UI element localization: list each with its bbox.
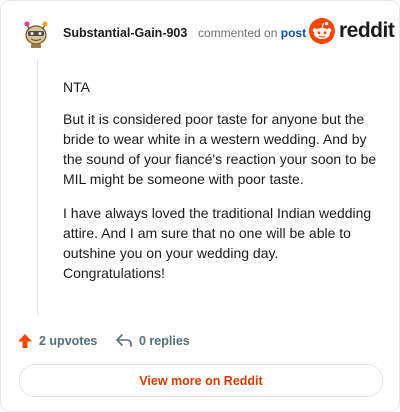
reddit-snoo-icon: [309, 18, 335, 44]
comment-actions: 2 upvotes 0 replies: [17, 330, 377, 352]
comment-paragraph: But it is considered poor taste for anyo…: [63, 111, 377, 187]
comment-meta: commented on post: [198, 26, 306, 40]
replies-button[interactable]: 0 replies: [115, 330, 190, 352]
comment-paragraph: NTA: [63, 79, 90, 95]
user-avatar[interactable]: [19, 16, 53, 50]
upvote-arrow-icon: [18, 334, 32, 348]
comment-paragraph: I have always loved the traditional Indi…: [63, 205, 372, 281]
reddit-logo[interactable]: reddit: [309, 18, 395, 44]
comment-action-text: commented on: [198, 26, 278, 40]
post-link[interactable]: post: [281, 26, 306, 40]
comment-author[interactable]: Substantial-Gain-903: [63, 26, 187, 40]
view-more-on-reddit-button[interactable]: View more on Reddit: [19, 364, 383, 397]
embedded-comment-card: Substantial-Gain-903 commented on post r…: [0, 0, 400, 412]
replies-count: 0 replies: [139, 334, 190, 348]
reddit-wordmark: reddit: [339, 19, 395, 42]
upvote-button[interactable]: 2 upvotes: [17, 330, 97, 352]
reply-arrow-icon: [116, 334, 132, 347]
thread-line: [37, 59, 38, 315]
avatar-icon: [24, 21, 48, 48]
comment-body: NTA But it is considered poor taste for …: [63, 77, 383, 297]
upvotes-count: 2 upvotes: [39, 334, 98, 348]
comment-header: Substantial-Gain-903 commented on post r…: [15, 15, 395, 51]
